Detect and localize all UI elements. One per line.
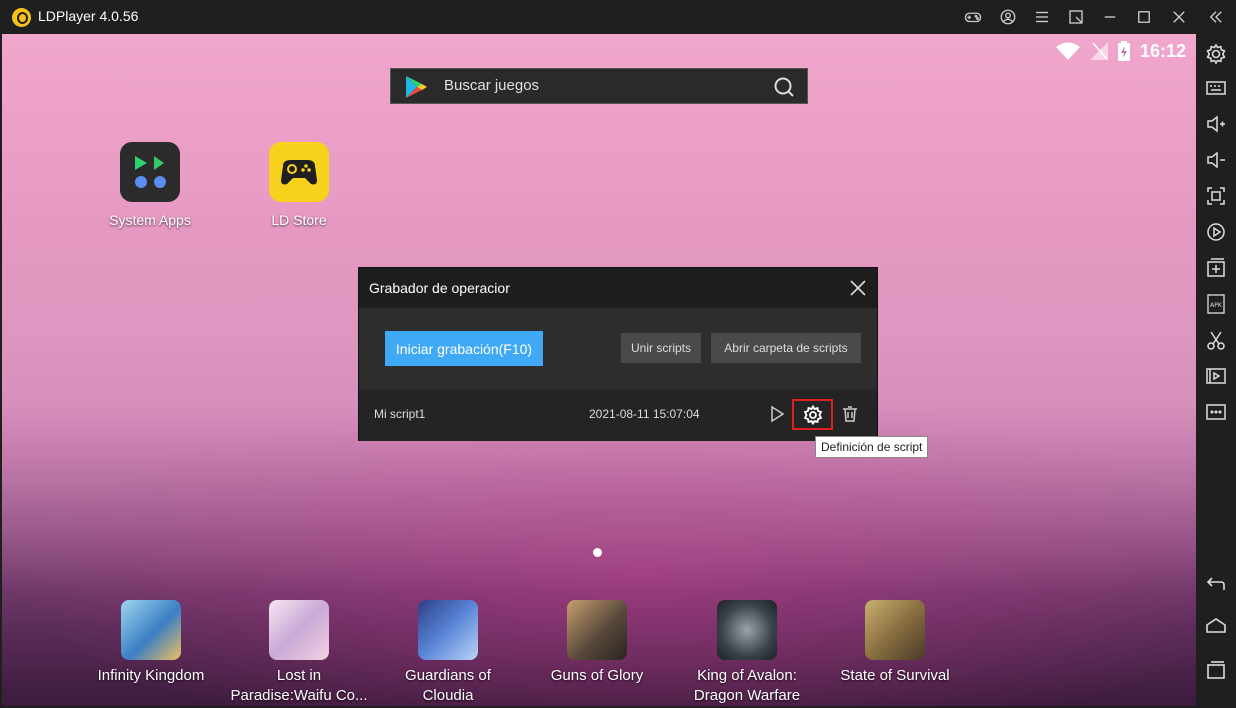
open-scripts-folder-button[interactable]: Abrir carpeta de scripts bbox=[711, 333, 861, 363]
king-of-avalon-icon bbox=[717, 600, 777, 660]
script-name: Mi script1 bbox=[374, 407, 426, 421]
minimize-icon[interactable] bbox=[1099, 6, 1121, 28]
right-toolbar: APK bbox=[1196, 34, 1236, 708]
status-time: 16:12 bbox=[1139, 40, 1186, 61]
dock-app-king-of-avalon[interactable]: King of Avalon: Dragon Warfare bbox=[672, 600, 822, 706]
maximize-icon[interactable] bbox=[1133, 6, 1155, 28]
gamepad-icon[interactable] bbox=[962, 6, 984, 28]
game-search-bar[interactable]: Buscar juegos bbox=[390, 68, 808, 104]
state-of-survival-icon bbox=[865, 600, 925, 660]
sync-icon[interactable] bbox=[1204, 220, 1228, 244]
add-window-icon[interactable] bbox=[1204, 256, 1228, 280]
desktop-app-ld-store[interactable]: LD Store bbox=[239, 142, 359, 228]
close-icon[interactable] bbox=[849, 279, 867, 297]
svg-text:APK: APK bbox=[1210, 302, 1223, 309]
script-date: 2021-08-11 15:07:04 bbox=[589, 407, 700, 421]
settings-icon[interactable] bbox=[1204, 42, 1228, 66]
dock-app-guns-of-glory[interactable]: Guns of Glory bbox=[522, 600, 672, 686]
search-icon[interactable] bbox=[773, 76, 795, 98]
battery-charging-icon bbox=[1117, 41, 1130, 61]
title-bar: LDPlayer 4.0.56 bbox=[0, 0, 1236, 34]
dock-app-state-of-survival[interactable]: State of Survival bbox=[820, 600, 970, 686]
back-icon[interactable] bbox=[1204, 572, 1228, 596]
app-label: Guns of Glory bbox=[550, 667, 644, 684]
guardians-of-cloudia-icon bbox=[418, 600, 478, 660]
script-definition-tooltip: Definición de script bbox=[815, 436, 929, 458]
merge-scripts-button[interactable]: Unir scripts bbox=[621, 333, 701, 363]
app-label: State of Survival bbox=[840, 667, 950, 684]
resize-icon[interactable] bbox=[1065, 6, 1087, 28]
app-label: Guardians of Cloudia bbox=[405, 667, 491, 704]
close-icon[interactable] bbox=[1168, 6, 1190, 28]
volume-up-icon[interactable] bbox=[1204, 112, 1228, 136]
video-icon[interactable] bbox=[1204, 364, 1228, 388]
fullscreen-icon[interactable] bbox=[1204, 184, 1228, 208]
search-placeholder: Buscar juegos bbox=[444, 77, 540, 94]
app-label: King of Avalon: Dragon Warfare bbox=[693, 667, 801, 704]
menu-icon[interactable] bbox=[1031, 6, 1053, 28]
dock-app-lost-in-paradise[interactable]: Lost in Paradise:Waifu Co... bbox=[224, 600, 374, 706]
lost-in-paradise-icon bbox=[269, 600, 329, 660]
status-bar: 16:12 bbox=[1055, 40, 1186, 62]
desktop-app-label: LD Store bbox=[271, 212, 327, 228]
dock-app-infinity-kingdom[interactable]: Infinity Kingdom bbox=[76, 600, 226, 686]
guns-of-glory-icon bbox=[567, 600, 627, 660]
dock-app-guardians-of-cloudia[interactable]: Guardians of Cloudia bbox=[373, 600, 523, 706]
keyboard-icon[interactable] bbox=[1204, 76, 1228, 100]
dialog-header: Grabador de operacior bbox=[359, 268, 877, 308]
collapse-icon[interactable] bbox=[1205, 6, 1227, 28]
desktop-app-label: System Apps bbox=[109, 212, 191, 228]
play-store-icon bbox=[406, 76, 427, 98]
app-label: Infinity Kingdom bbox=[97, 667, 205, 684]
volume-down-icon[interactable] bbox=[1204, 148, 1228, 172]
play-script-icon[interactable] bbox=[766, 403, 788, 425]
ld-store-icon bbox=[269, 142, 329, 202]
apk-icon[interactable]: APK bbox=[1204, 292, 1228, 316]
delete-script-icon[interactable] bbox=[839, 403, 861, 425]
app-label: Lost in Paradise:Waifu Co... bbox=[230, 667, 368, 704]
script-settings-button[interactable] bbox=[792, 399, 833, 430]
start-recording-button[interactable]: Iniciar grabación(F10) bbox=[385, 331, 543, 366]
user-icon[interactable] bbox=[997, 6, 1019, 28]
wifi-icon bbox=[1055, 42, 1080, 60]
window-title: LDPlayer 4.0.56 bbox=[38, 8, 139, 24]
infinity-kingdom-icon bbox=[121, 600, 181, 660]
dialog-title: Grabador de operacior bbox=[369, 280, 510, 296]
scissors-icon[interactable] bbox=[1204, 328, 1228, 352]
script-row[interactable]: Mi script1 2021-08-11 15:07:04 bbox=[359, 389, 877, 441]
more-icon[interactable] bbox=[1204, 400, 1228, 424]
no-signal-icon bbox=[1089, 42, 1108, 60]
home-icon[interactable] bbox=[1204, 614, 1228, 638]
desktop-app-system-apps[interactable]: System Apps bbox=[90, 142, 210, 228]
ldplayer-logo-icon bbox=[12, 8, 31, 27]
gear-icon bbox=[803, 404, 822, 425]
operation-recorder-dialog: Grabador de operacior Iniciar grabación(… bbox=[358, 267, 878, 441]
system-apps-icon bbox=[120, 142, 180, 202]
recents-icon[interactable] bbox=[1204, 658, 1228, 682]
page-indicator-dot bbox=[593, 548, 602, 557]
